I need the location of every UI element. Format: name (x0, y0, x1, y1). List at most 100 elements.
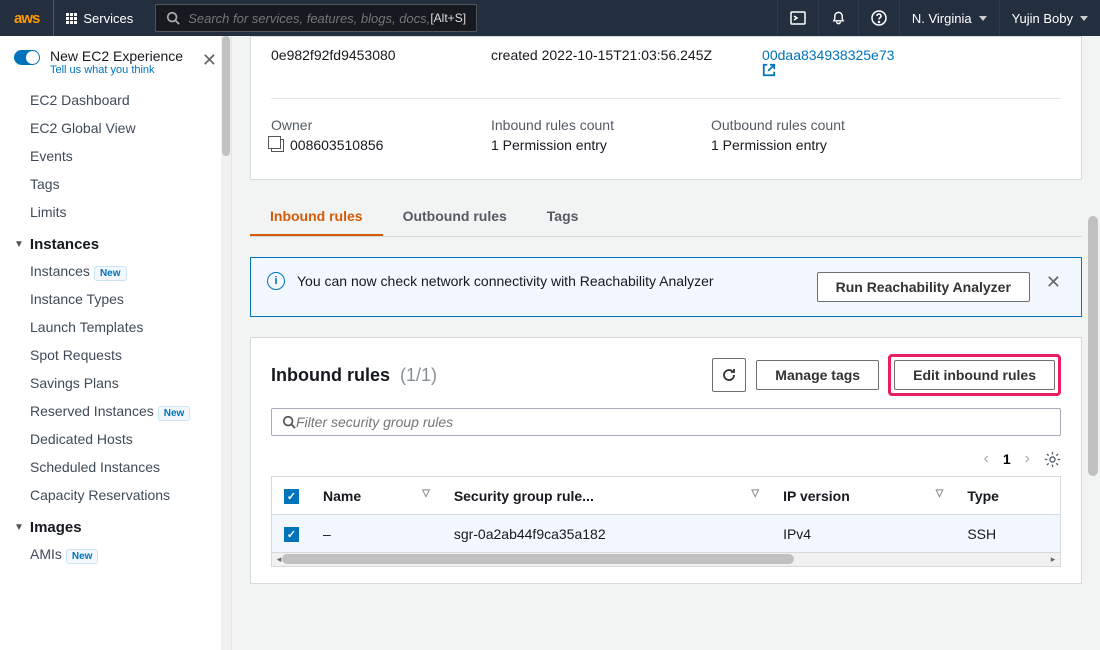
info-message: You can now check network connectivity w… (297, 272, 805, 292)
col-rule-id[interactable]: Security group rule...▽ (442, 477, 771, 515)
main-content: 0e982f92fd9453080 created 2022-10-15T21:… (232, 36, 1100, 650)
owner-label: Owner (271, 117, 441, 133)
outbound-count-value: 1 Permission entry (711, 137, 881, 153)
info-icon: i (267, 272, 285, 290)
run-reachability-button[interactable]: Run Reachability Analyzer (817, 272, 1030, 302)
cell-ip-version: IPv4 (771, 515, 955, 553)
description-value: created 2022-10-15T21:03:56.245Z (491, 47, 712, 63)
nav-spot-requests[interactable]: Spot Requests (0, 341, 231, 369)
col-type[interactable]: Type (955, 477, 1060, 515)
grid-icon (66, 13, 77, 24)
settings-icon[interactable] (1044, 451, 1061, 468)
services-label: Services (83, 11, 133, 26)
aws-logo[interactable]: aws (0, 10, 53, 27)
nav-instances[interactable]: InstancesNew (0, 257, 231, 285)
nav-launch-templates[interactable]: Launch Templates (0, 313, 231, 341)
copy-icon[interactable] (271, 139, 284, 152)
pagination: ‹ 1 › (271, 450, 1061, 468)
search-icon (282, 415, 296, 429)
new-experience-title: New EC2 Experience (50, 48, 190, 64)
region-selector[interactable]: N. Virginia (899, 0, 999, 36)
close-icon[interactable]: ✕ (200, 48, 219, 73)
outbound-count-label: Outbound rules count (711, 117, 881, 133)
nav-events[interactable]: Events (0, 142, 231, 170)
caret-down-icon: ▼ (14, 239, 24, 250)
tab-inbound-rules[interactable]: Inbound rules (250, 198, 383, 236)
rules-table: Name▽ Security group rule...▽ IP version… (271, 476, 1061, 553)
nav-group-instances[interactable]: ▼ Instances (0, 226, 231, 257)
nav-tags[interactable]: Tags (0, 170, 231, 198)
nav-instance-types[interactable]: Instance Types (0, 285, 231, 313)
highlight-annotation: Edit inbound rules (888, 354, 1061, 396)
inbound-count-value: 1 Permission entry (491, 137, 661, 153)
security-group-id: 0e982f92fd9453080 (271, 47, 441, 63)
account-menu[interactable]: Yujin Boby (999, 0, 1100, 36)
cell-rule-id: sgr-0a2ab44f9ca35a182 (442, 515, 771, 553)
panel-count: (1/1) (400, 365, 437, 386)
page-number: 1 (1003, 451, 1011, 467)
edit-inbound-rules-button[interactable]: Edit inbound rules (894, 360, 1055, 390)
nav-scheduled-instances[interactable]: Scheduled Instances (0, 453, 231, 481)
rules-tabs: Inbound rules Outbound rules Tags (250, 198, 1082, 237)
refresh-button[interactable] (712, 358, 746, 392)
tab-tags[interactable]: Tags (527, 198, 599, 236)
new-badge: New (66, 549, 99, 564)
services-menu[interactable]: Services (53, 0, 145, 36)
sidebar-scrollbar[interactable] (221, 36, 231, 650)
main-scrollbar[interactable] (1086, 36, 1098, 650)
nav-dedicated-hosts[interactable]: Dedicated Hosts (0, 425, 231, 453)
caret-down-icon (979, 16, 987, 21)
cloudshell-icon[interactable] (777, 0, 818, 36)
nav-group-label: Images (30, 519, 82, 536)
next-page-button[interactable]: › (1025, 450, 1030, 468)
reachability-info: i You can now check network connectivity… (250, 257, 1082, 317)
col-ip-version[interactable]: IP version▽ (771, 477, 955, 515)
new-experience-banner: New EC2 Experience Tell us what you thin… (0, 36, 231, 86)
inbound-rules-panel: Inbound rules (1/1) Manage tags Edit inb… (250, 337, 1082, 584)
notifications-icon[interactable] (818, 0, 858, 36)
nav-amis[interactable]: AMIsNew (0, 540, 231, 568)
global-search[interactable]: [Alt+S] (155, 4, 477, 32)
close-icon[interactable]: ✕ (1042, 272, 1065, 293)
nav-reserved-instances[interactable]: Reserved InstancesNew (0, 397, 231, 425)
new-experience-feedback-link[interactable]: Tell us what you think (50, 64, 190, 76)
table-horizontal-scrollbar[interactable]: ◂ ▸ (271, 553, 1061, 567)
scroll-right-icon[interactable]: ▸ (1046, 553, 1060, 565)
table-row[interactable]: – sgr-0a2ab44f9ca35a182 IPv4 SSH (272, 515, 1061, 553)
inbound-count-label: Inbound rules count (491, 117, 661, 133)
sort-icon: ▽ (751, 488, 759, 499)
rules-filter[interactable] (271, 408, 1061, 436)
sort-icon: ▽ (936, 488, 944, 499)
search-kbd: [Alt+S] (430, 11, 466, 25)
nav-ec2-dashboard[interactable]: EC2 Dashboard (0, 86, 231, 114)
nav-capacity-reservations[interactable]: Capacity Reservations (0, 481, 231, 509)
details-card: 0e982f92fd9453080 created 2022-10-15T21:… (250, 36, 1082, 180)
tab-outbound-rules[interactable]: Outbound rules (383, 198, 527, 236)
top-nav: aws Services [Alt+S] N. Virginia Yujin B… (0, 0, 1100, 36)
nav-group-images[interactable]: ▼Images (0, 509, 231, 540)
nav-group-label: Instances (30, 236, 99, 253)
help-icon[interactable] (858, 0, 899, 36)
manage-tags-button[interactable]: Manage tags (756, 360, 879, 390)
search-icon (166, 11, 180, 25)
nav-ec2-global-view[interactable]: EC2 Global View (0, 114, 231, 142)
vpc-link[interactable]: 00daa834938325e73 (762, 47, 932, 63)
refresh-icon (721, 367, 737, 383)
prev-page-button[interactable]: ‹ (984, 450, 989, 468)
search-input[interactable] (188, 11, 430, 26)
new-badge: New (158, 406, 191, 421)
new-badge: New (94, 266, 127, 281)
owner-value: 008603510856 (271, 137, 441, 153)
caret-down-icon (1080, 16, 1088, 21)
sort-icon: ▽ (422, 488, 430, 499)
new-experience-toggle[interactable] (14, 50, 40, 65)
row-checkbox[interactable] (284, 527, 299, 542)
col-name[interactable]: Name▽ (311, 477, 442, 515)
select-all-checkbox[interactable] (284, 489, 299, 504)
rules-filter-input[interactable] (296, 414, 1050, 430)
cell-type: SSH (955, 515, 1060, 553)
region-label: N. Virginia (912, 11, 972, 26)
nav-limits[interactable]: Limits (0, 198, 231, 226)
sidebar: New EC2 Experience Tell us what you thin… (0, 36, 232, 650)
nav-savings-plans[interactable]: Savings Plans (0, 369, 231, 397)
